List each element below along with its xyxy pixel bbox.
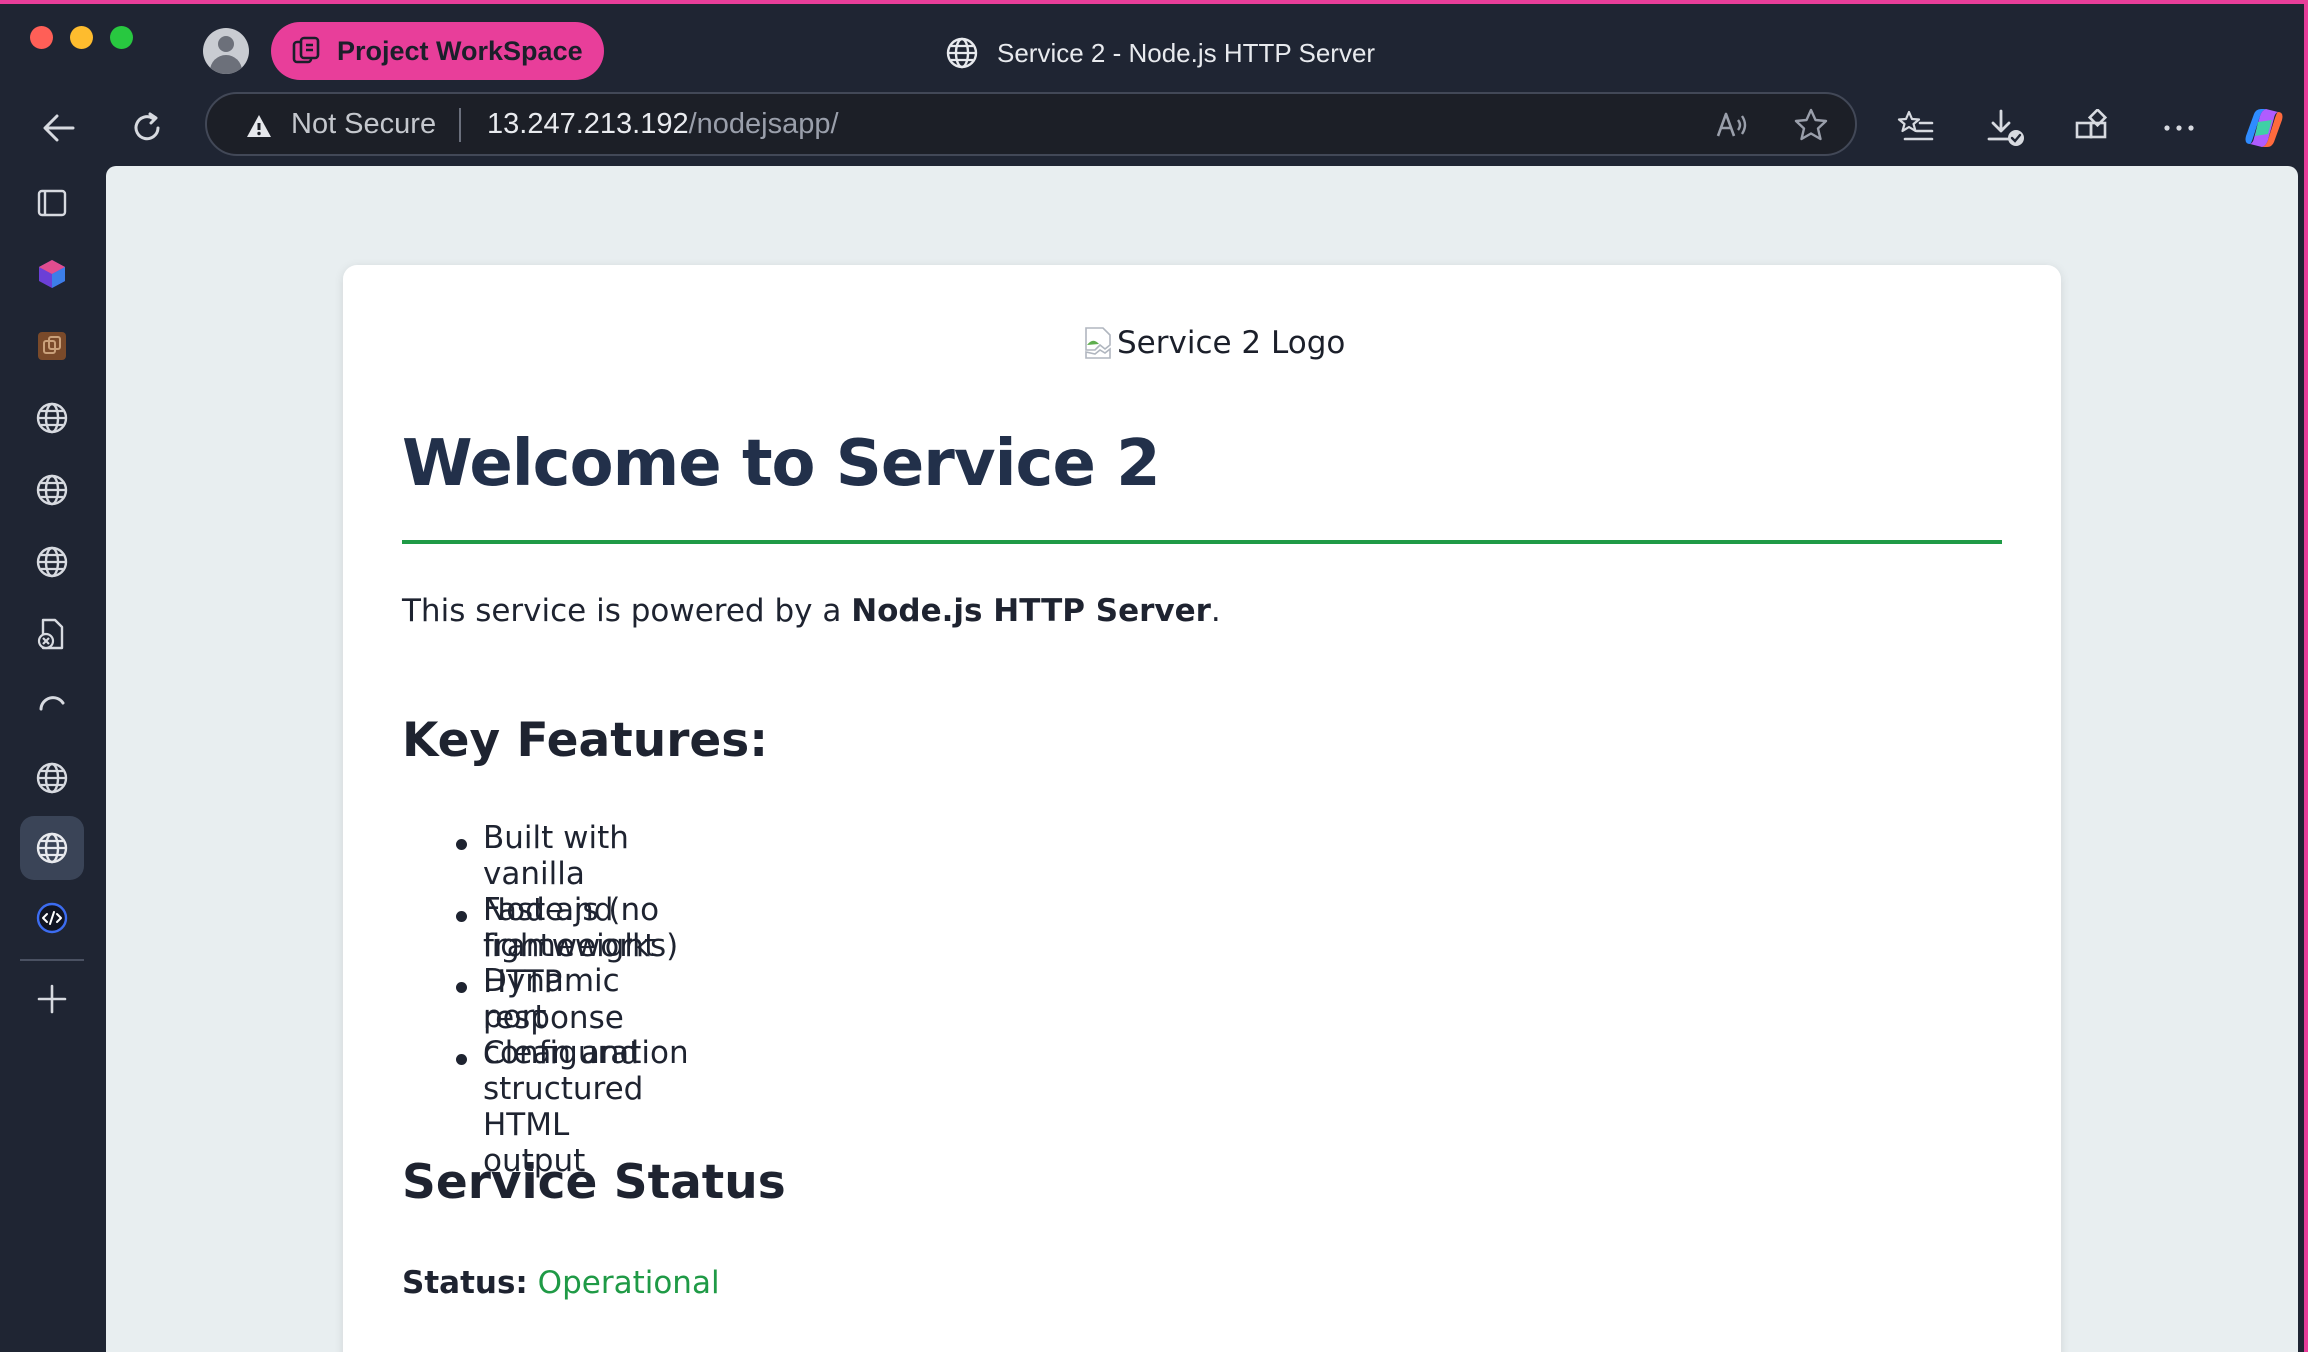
workspace-icon [292,36,320,64]
file-error-icon [37,618,64,650]
sidebar-tab-globe-2[interactable] [20,458,84,522]
status-label: Status: [402,1265,528,1301]
security-label[interactable]: Not Secure [291,108,436,141]
tab-actions-icon [37,189,67,217]
sidebar-tab-globe-active[interactable] [20,816,84,880]
page-viewport: Service 2 Logo Welcome to Service 2 This… [106,166,2298,1352]
toolbar: Not Secure 13.247.213.192/nodejsapp/ [0,92,2304,164]
features-heading: Key Features: [402,713,769,768]
globe-icon [36,546,68,578]
intro-suffix: . [1210,593,1221,629]
new-tab-button[interactable] [20,967,84,1031]
read-aloud-button[interactable] [1713,106,1751,148]
downloads-button[interactable] [1980,102,2032,154]
sidebar-tab-globe-3[interactable] [20,530,84,594]
url-text[interactable]: 13.247.213.192/nodejsapp/ [487,108,839,141]
globe-icon [36,832,68,864]
globe-icon [36,474,68,506]
title-underline [402,540,2002,544]
address-divider [459,108,461,142]
close-window-button[interactable] [30,26,53,49]
status-heading: Service Status [402,1155,786,1210]
reload-button[interactable] [121,102,173,154]
favorites-button[interactable] [1890,102,1942,154]
list-bullet [456,982,467,993]
download-icon [1987,109,2024,146]
workspace-app-icon [38,332,66,360]
sidebar-tab-globe-1[interactable] [20,386,84,450]
broken-image-icon [1085,327,1111,359]
globe-icon [36,762,68,794]
url-host: 13.247.213.192 [487,108,689,140]
profile-avatar[interactable] [203,28,249,74]
star-icon [1794,108,1828,141]
title-bar: Project WorkSpace Service 2 - Node.js HT… [0,4,2304,96]
plus-icon [37,984,67,1014]
read-aloud-icon [1716,112,1747,137]
browser-window: Project WorkSpace Service 2 - Node.js HT… [0,0,2308,1352]
sidebar-tab-error-page[interactable] [20,602,84,666]
sidebar-tab-workspace[interactable] [20,314,84,378]
list-bullet [456,911,467,922]
active-tab[interactable]: Service 2 - Node.js HTTP Server [945,30,1375,76]
workspace-button[interactable]: Project WorkSpace [271,22,604,80]
globe-icon [946,37,978,69]
status-value: Operational [537,1265,720,1301]
zoom-window-button[interactable] [110,26,133,49]
page-title: Welcome to Service 2 [402,427,1161,501]
logo-alt-text: Service 2 Logo [1117,325,1346,361]
tab-title-text: Service 2 - Node.js HTTP Server [997,37,1376,68]
list-bullet [456,839,467,850]
copilot-button[interactable] [2236,102,2292,154]
extensions-icon [2075,109,2108,139]
sidebar-tab-cube[interactable] [20,242,84,306]
list-bullet [456,1054,467,1065]
arrow-left-icon [43,114,75,142]
loading-spinner-icon [39,696,65,711]
intro-prefix: This service is powered by a [402,593,852,629]
warning-icon [247,115,271,137]
address-bar[interactable]: Not Secure 13.247.213.192/nodejsapp/ [205,92,1857,156]
url-path: /nodejsapp/ [688,108,839,140]
cube-icon [39,260,65,288]
intro-paragraph: This service is powered by a Node.js HTT… [402,593,1221,629]
status-line: Status: Operational [402,1265,720,1301]
code-icon [36,902,68,934]
minimize-window-button[interactable] [70,26,93,49]
service-logo-image: Service 2 Logo [1083,325,1345,361]
favorites-list-icon [1897,110,1934,141]
tab-actions-button[interactable] [20,170,84,234]
workspace-label: Project WorkSpace [337,35,583,66]
sidebar-tab-loading[interactable] [20,674,84,738]
more-icon [2164,125,2194,131]
vertical-tabs-sidebar [0,164,104,1352]
more-options-button[interactable] [2153,102,2205,154]
refresh-icon [134,112,160,141]
sidebar-divider [20,959,84,961]
content-card: Service 2 Logo Welcome to Service 2 This… [343,265,2061,1352]
back-button[interactable] [33,102,85,154]
sidebar-tab-dev[interactable] [20,886,84,950]
sidebar-tab-globe-4[interactable] [20,746,84,810]
add-favorite-button[interactable] [1792,106,1830,148]
globe-icon [36,402,68,434]
extensions-button[interactable] [2066,102,2118,154]
intro-strong: Node.js HTTP Server [851,593,1211,629]
copilot-icon [2245,109,2283,147]
